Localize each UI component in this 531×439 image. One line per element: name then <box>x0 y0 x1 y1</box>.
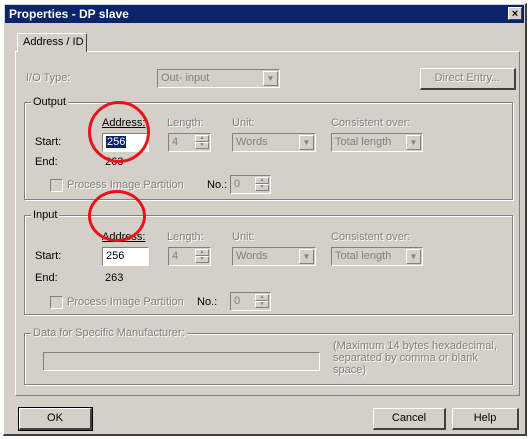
manufacturer-data-input[interactable] <box>43 352 320 371</box>
properties-dialog: Properties - DP slave × Address / ID I/O… <box>3 3 527 436</box>
ok-button[interactable]: OK <box>18 407 93 431</box>
chevron-down-icon: ▼ <box>299 249 314 264</box>
output-no-spinner[interactable]: 0 ▲ ▼ <box>230 175 271 194</box>
window-title: Properties - DP slave <box>9 7 129 21</box>
input-pip-checkbox[interactable] <box>50 296 63 309</box>
manufacturer-hint: (Maximum 14 bytes hexadecimal, separated… <box>333 340 497 376</box>
output-pip-label: Process Image Partition <box>67 179 184 191</box>
input-end-value: 263 <box>105 272 124 284</box>
input-length-label: Length: <box>167 231 204 243</box>
output-length-value: 4 <box>172 136 179 148</box>
output-length-label: Length: <box>167 117 204 129</box>
output-unit-label: Unit: <box>232 117 255 129</box>
io-type-label: I/O Type: <box>26 72 71 84</box>
input-unit-select[interactable]: Words ▼ <box>232 247 316 266</box>
ok-label: OK <box>47 412 63 424</box>
input-legend: Input <box>31 209 60 222</box>
close-icon: × <box>511 8 519 20</box>
input-length-value: 4 <box>172 250 179 262</box>
output-consistent-value: Total length <box>335 136 392 148</box>
input-consistent-label: Consistent over: <box>331 231 411 243</box>
cancel-label: Cancel <box>391 412 427 424</box>
input-start-label: Start: <box>35 250 62 262</box>
input-length-spinner[interactable]: 4 ▲ ▼ <box>168 247 211 266</box>
input-start-value: 256 <box>106 250 125 262</box>
chevron-down-icon: ▼ <box>406 249 421 264</box>
output-consistent-select[interactable]: Total length ▼ <box>331 133 423 152</box>
chevron-down-icon: ▼ <box>406 135 421 150</box>
output-unit-select[interactable]: Words ▼ <box>232 133 316 152</box>
input-no-value: 0 <box>234 295 241 307</box>
output-pip-checkbox[interactable] <box>50 179 63 192</box>
io-type-select[interactable]: Out- input ▼ <box>157 69 280 88</box>
input-no-label: No.: <box>197 296 218 308</box>
input-end-label: End: <box>35 272 58 284</box>
input-consistent-value: Total length <box>335 250 392 262</box>
manufacturer-group: Data for Specific Manufacturer: (Maximum… <box>24 327 513 385</box>
output-legend: Output <box>31 96 69 109</box>
manufacturer-legend: Data for Specific Manufacturer: <box>31 327 187 340</box>
chevron-down-icon: ▼ <box>263 71 278 86</box>
close-button[interactable]: × <box>508 7 522 20</box>
input-unit-value: Words <box>236 250 268 262</box>
output-start-label: Start: <box>35 136 62 148</box>
spinner-arrows-icon: ▲ ▼ <box>255 177 269 192</box>
output-unit-value: Words <box>236 136 268 148</box>
input-unit-label: Unit: <box>232 231 255 243</box>
annotation-circle-input-address <box>88 190 146 242</box>
annotation-circle-output-address <box>88 101 150 163</box>
cancel-button[interactable]: Cancel <box>373 408 446 430</box>
spinner-arrows-icon: ▲ ▼ <box>255 294 269 309</box>
title-bar: Properties - DP slave × <box>5 5 524 23</box>
help-label: Help <box>473 412 497 424</box>
help-button[interactable]: Help <box>452 408 519 430</box>
output-no-value: 0 <box>234 178 241 190</box>
input-consistent-select[interactable]: Total length ▼ <box>331 247 423 266</box>
tab-address-id[interactable]: Address / ID <box>17 33 87 52</box>
input-start-input[interactable]: 256 <box>102 247 149 266</box>
output-consistent-label: Consistent over: <box>331 117 411 129</box>
input-no-spinner[interactable]: 0 ▲ ▼ <box>230 292 271 311</box>
io-type-value: Out- input <box>161 72 210 84</box>
output-length-spinner[interactable]: 4 ▲ ▼ <box>168 133 211 152</box>
input-pip-label: Process Image Partition <box>67 296 184 308</box>
spinner-arrows-icon: ▲ ▼ <box>195 135 209 150</box>
chevron-down-icon: ▼ <box>299 135 314 150</box>
direct-entry-label: Direct Entry... <box>434 72 501 84</box>
output-end-label: End: <box>35 156 58 168</box>
direct-entry-button[interactable]: Direct Entry... <box>420 68 516 90</box>
spinner-arrows-icon: ▲ ▼ <box>195 249 209 264</box>
output-no-label: No.: <box>207 179 228 191</box>
